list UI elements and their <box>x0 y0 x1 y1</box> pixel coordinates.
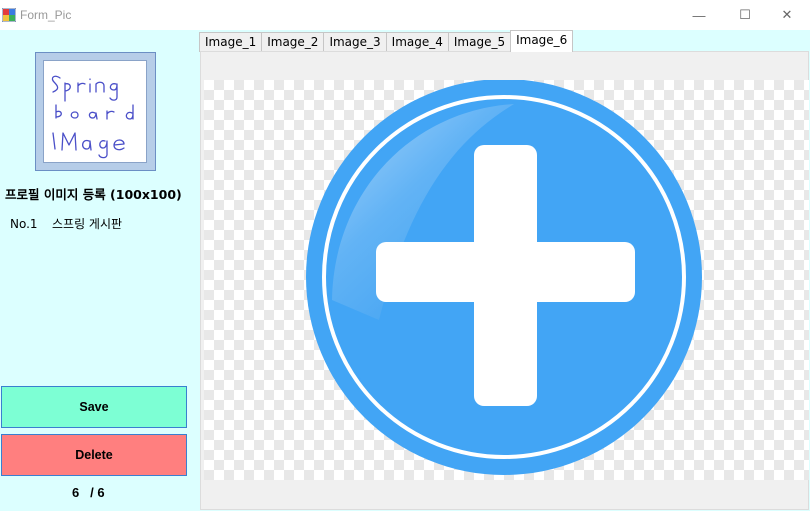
minimize-icon: — <box>692 7 706 23</box>
tab-page-image-6 <box>200 51 809 510</box>
left-panel: 프로필 이미지 등록 (100x100) No.1 스프링 게시판 Save De… <box>0 30 199 511</box>
profile-image-frame[interactable] <box>35 52 156 171</box>
image-tab-control: Image_1 Image_2 Image_3 Image_4 Image_5 … <box>199 30 810 511</box>
plus-circle-icon <box>306 80 702 475</box>
close-icon: ✕ <box>781 7 793 22</box>
post-number: No.1 <box>10 217 38 231</box>
delete-button[interactable]: Delete <box>1 434 187 476</box>
maximize-icon: ☐ <box>739 7 751 22</box>
image-viewer <box>204 80 809 480</box>
save-button-label: Save <box>79 400 109 414</box>
page-separator: / <box>90 485 94 500</box>
window-title: Form_Pic <box>20 8 72 22</box>
minimize-button[interactable]: — <box>676 0 722 30</box>
tab-image-1[interactable]: Image_1 <box>199 32 263 52</box>
maximize-button[interactable]: ☐ <box>722 0 768 30</box>
profile-caption: 프로필 이미지 등록 (100x100) <box>5 187 182 202</box>
delete-button-label: Delete <box>75 448 113 462</box>
page-indicator: 6 / 6 <box>72 485 105 500</box>
page-current: 6 <box>72 485 80 500</box>
title-bar: Form_Pic — ☐ ✕ <box>0 0 810 30</box>
tab-image-3[interactable]: Image_3 <box>323 32 387 52</box>
tab-image-2[interactable]: Image_2 <box>261 32 325 52</box>
board-name: 스프링 게시판 <box>52 217 123 231</box>
page-total: 6 <box>97 485 105 500</box>
post-info: No.1 스프링 게시판 <box>10 215 122 232</box>
handwritten-logo-image <box>51 75 134 159</box>
close-button[interactable]: ✕ <box>764 0 810 30</box>
save-button[interactable]: Save <box>1 386 187 428</box>
tab-strip: Image_1 Image_2 Image_3 Image_4 Image_5 … <box>199 30 810 52</box>
tab-image-4[interactable]: Image_4 <box>385 32 449 52</box>
tab-image-6[interactable]: Image_6 <box>510 30 574 52</box>
profile-image <box>43 60 147 163</box>
tab-image-5[interactable]: Image_5 <box>447 32 512 52</box>
form-app-icon <box>2 8 16 22</box>
